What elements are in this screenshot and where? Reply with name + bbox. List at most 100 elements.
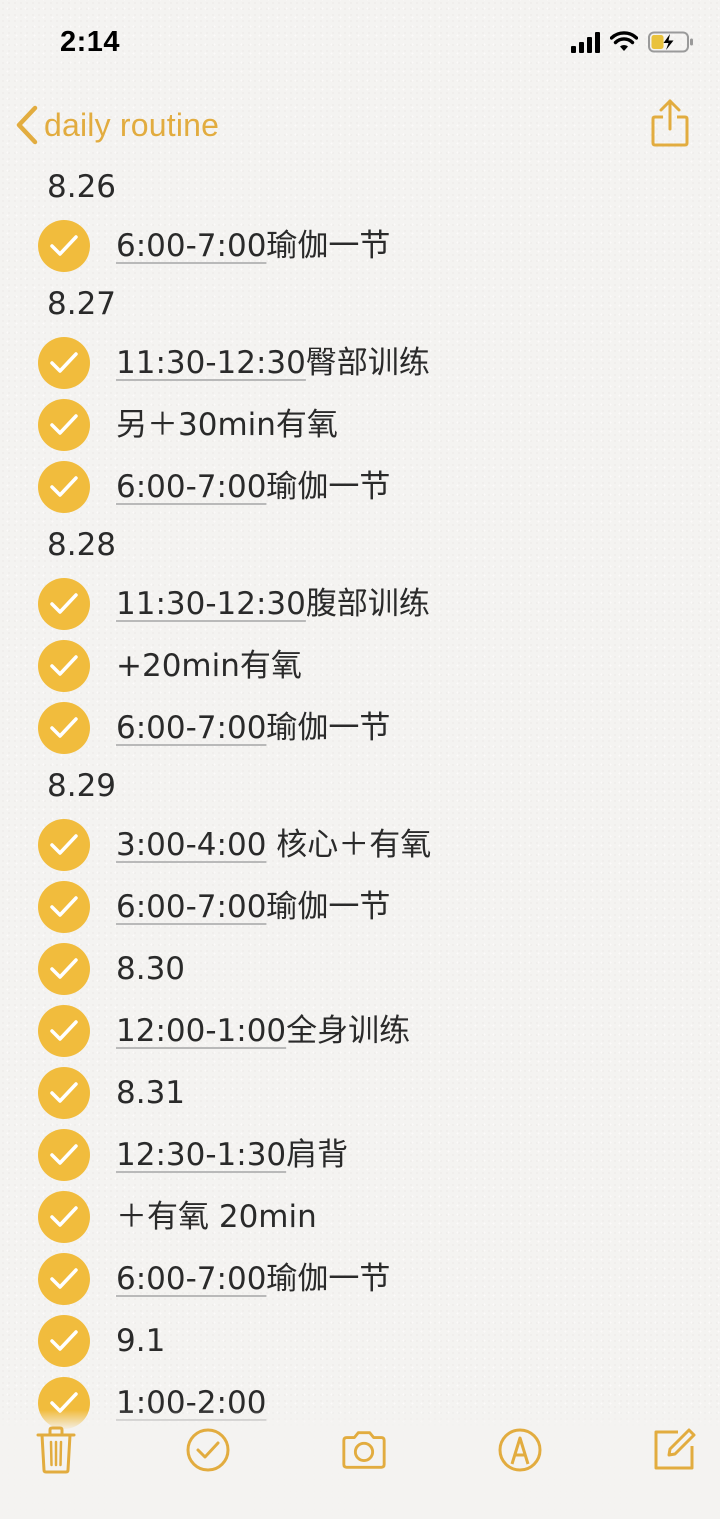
checkbox[interactable]: [38, 1191, 90, 1243]
item-label: 瑜伽一节: [266, 469, 391, 505]
item-time: 6:00-7:00: [116, 889, 267, 925]
date-heading: 8.29: [47, 768, 117, 804]
item-text[interactable]: 12:30-1:30肩背: [116, 1124, 348, 1186]
checkbox[interactable]: [38, 220, 90, 272]
item-label: 瑜伽一节: [266, 889, 391, 925]
checklist-item: 8.30: [0, 938, 720, 1000]
checklist-icon: [186, 1428, 230, 1472]
markup-button[interactable]: [496, 1426, 544, 1474]
checklist-item: 3:00-4:00 核心＋有氧: [0, 814, 720, 876]
date-heading: 8.28: [47, 527, 117, 563]
checkbox[interactable]: [38, 640, 90, 692]
checklist-item: ＋有氧 20min: [0, 1186, 720, 1248]
checkbox[interactable]: [38, 578, 90, 630]
status-time: 2:14: [60, 26, 121, 58]
checkbox[interactable]: [38, 702, 90, 754]
item-text[interactable]: 6:00-7:00瑜伽一节: [116, 876, 390, 938]
item-time: 3:00-4:00: [116, 827, 267, 863]
item-text[interactable]: 11:30-12:30臀部训练: [116, 332, 430, 394]
item-label: 瑜伽一节: [266, 1261, 391, 1297]
item-time: 6:00-7:00: [116, 710, 267, 746]
item-label: 9.1: [116, 1323, 166, 1359]
checkmark-icon: [50, 1144, 78, 1165]
camera-button[interactable]: [340, 1426, 388, 1474]
checklist-item: 6:00-7:00瑜伽一节: [0, 876, 720, 938]
share-icon: [651, 99, 689, 147]
checkbox[interactable]: [38, 819, 90, 871]
item-time: 12:30-1:30: [116, 1137, 287, 1173]
checkmark-icon: [50, 896, 78, 917]
compose-button[interactable]: [650, 1426, 698, 1474]
item-text[interactable]: 6:00-7:00瑜伽一节: [116, 1248, 390, 1310]
checklist-item: 另＋30min有氧: [0, 394, 720, 456]
date-heading: 8.27: [47, 286, 117, 322]
checkbox[interactable]: [38, 399, 90, 451]
item-text[interactable]: 9.1: [116, 1310, 165, 1372]
bottom-toolbar: [0, 1410, 720, 1519]
checklist-item: 6:00-7:00瑜伽一节: [0, 1248, 720, 1310]
checkbox[interactable]: [38, 1129, 90, 1181]
item-label: 瑜伽一节: [266, 710, 391, 746]
back-button[interactable]: daily routine: [14, 104, 219, 146]
item-label: ＋有氧 20min: [116, 1199, 317, 1235]
status-icons: [571, 31, 694, 53]
wifi-icon: [610, 31, 638, 51]
item-text[interactable]: 6:00-7:00瑜伽一节: [116, 697, 390, 759]
checkbox[interactable]: [38, 461, 90, 513]
item-text[interactable]: 8.30: [116, 938, 185, 1000]
item-text[interactable]: 12:00-1:00全身训练: [116, 1000, 410, 1062]
item-text[interactable]: 8.31: [116, 1062, 185, 1124]
item-text[interactable]: 6:00-7:00瑜伽一节: [116, 215, 390, 277]
item-text[interactable]: 6:00-7:00瑜伽一节: [116, 456, 390, 518]
item-time: 6:00-7:00: [116, 1261, 267, 1297]
item-time: 6:00-7:00: [116, 228, 267, 264]
item-text[interactable]: 另＋30min有氧: [116, 394, 338, 456]
cellular-signal-icon: [571, 31, 600, 53]
checklist-item: 9.1: [0, 1310, 720, 1372]
checklist-item: 8.31: [0, 1062, 720, 1124]
share-button[interactable]: [650, 98, 690, 152]
checkmark-icon: [50, 1020, 78, 1041]
nav-bar: daily routine: [0, 96, 720, 158]
checkbox[interactable]: [38, 337, 90, 389]
checkmark-icon: [50, 235, 78, 256]
checkmark-icon: [50, 834, 78, 855]
checklist-item: 6:00-7:00瑜伽一节: [0, 456, 720, 518]
checkbox[interactable]: [38, 1315, 90, 1367]
checkmark-icon: [50, 655, 78, 676]
trash-icon: [36, 1426, 76, 1474]
checkmark-icon: [50, 414, 78, 435]
checklist-item: 12:30-1:30肩背: [0, 1124, 720, 1186]
battery-charging-icon: [648, 31, 693, 53]
checkmark-icon: [50, 476, 78, 497]
compose-icon: [654, 1428, 696, 1470]
checkmark-icon: [50, 1330, 78, 1351]
item-label: +20min有氧: [116, 648, 302, 684]
date-heading: 8.26: [47, 169, 117, 205]
item-text[interactable]: 11:30-12:30腹部训练: [116, 573, 430, 635]
chevron-left-icon: [16, 105, 38, 145]
item-label: 腹部训练: [305, 586, 430, 622]
note-body[interactable]: 8.26 6:00-7:00瑜伽一节 8.27 11:30-12:30臀部训练 …: [0, 160, 720, 1434]
checkbox[interactable]: [38, 1253, 90, 1305]
camera-icon: [342, 1431, 386, 1469]
checklist-item: 11:30-12:30腹部训练: [0, 573, 720, 635]
checkbox[interactable]: [38, 1005, 90, 1057]
checkmark-icon: [50, 717, 78, 738]
back-label: daily routine: [44, 106, 220, 143]
item-label: 臀部训练: [305, 345, 430, 381]
item-time: 6:00-7:00: [116, 469, 267, 505]
checkbox[interactable]: [38, 1067, 90, 1119]
item-text[interactable]: 3:00-4:00 核心＋有氧: [116, 814, 431, 876]
checklist-item: 12:00-1:00全身训练: [0, 1000, 720, 1062]
checklist-item: 6:00-7:00瑜伽一节: [0, 215, 720, 277]
item-label: 另＋30min有氧: [116, 407, 338, 443]
checkbox[interactable]: [38, 943, 90, 995]
item-time: 12:00-1:00: [116, 1013, 287, 1049]
checkbox[interactable]: [38, 881, 90, 933]
item-text[interactable]: +20min有氧: [116, 635, 302, 697]
checklist-button[interactable]: [184, 1426, 232, 1474]
checkmark-icon: [50, 352, 78, 373]
item-text[interactable]: ＋有氧 20min: [116, 1186, 317, 1248]
delete-button[interactable]: [32, 1426, 80, 1474]
